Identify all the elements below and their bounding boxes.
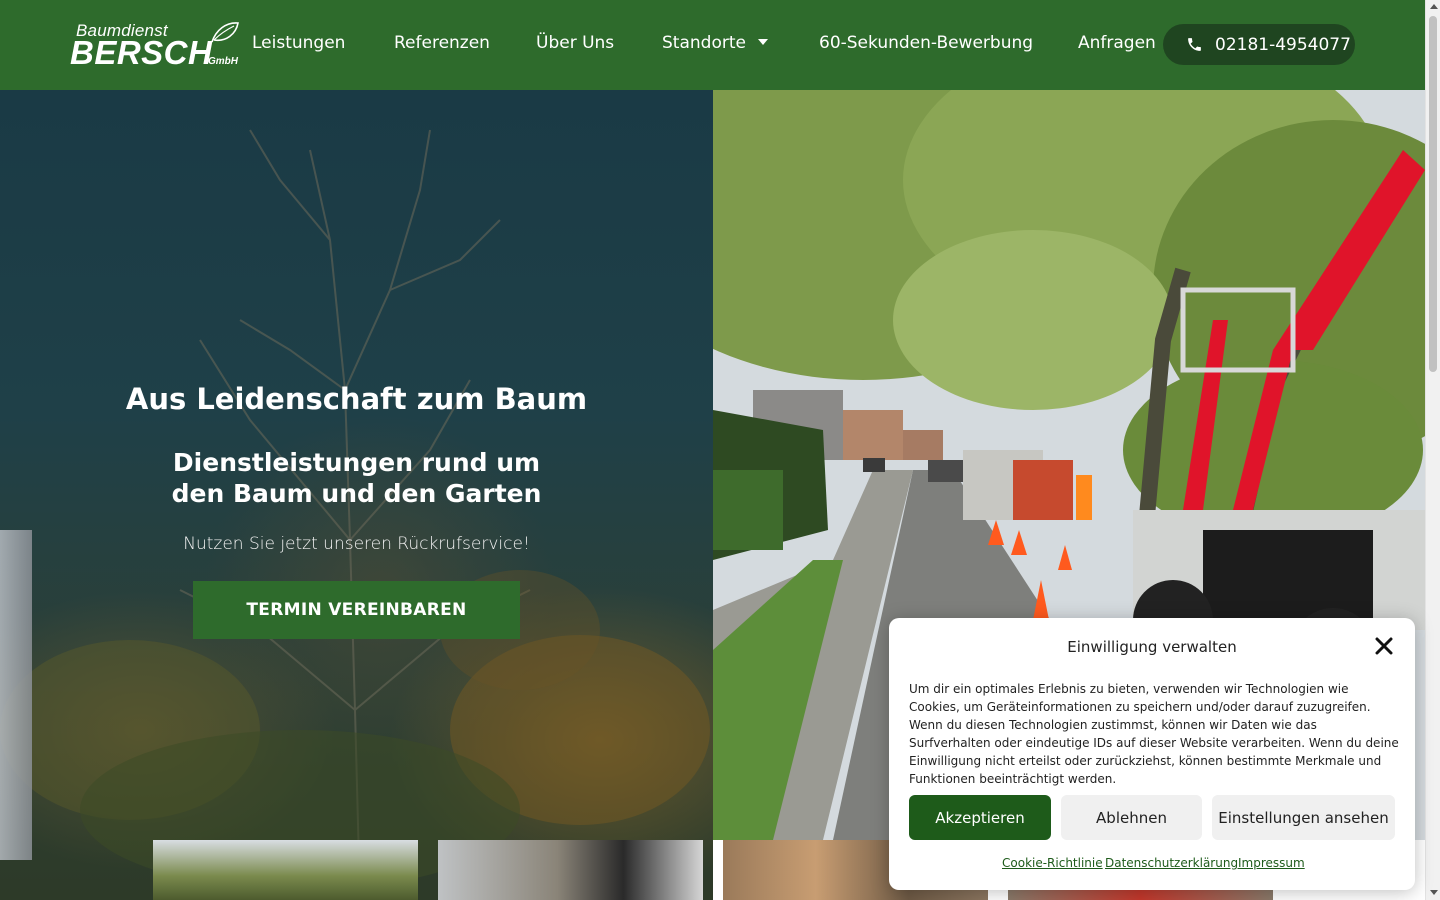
gallery-thumbnail[interactable]: [153, 840, 418, 900]
nav-bewerbung[interactable]: 60-Sekunden-Bewerbung: [819, 33, 1033, 53]
cookie-consent-dialog: Einwilligung verwalten Um dir ein optima…: [889, 618, 1415, 890]
scrollbar-thumb[interactable]: [1429, 16, 1437, 372]
hero-section: Aus Leidenschaft zum Baum Dienstleistung…: [0, 90, 713, 900]
callback-text: Nutzen Sie jetzt unseren Rückrufservice!: [183, 534, 530, 554]
phone-number: 02181-4954077: [1215, 34, 1351, 55]
privacy-policy-link[interactable]: Datenschutzerklärung: [1105, 856, 1238, 870]
building-image: [0, 530, 32, 860]
nav-referenzen[interactable]: Referenzen: [394, 33, 490, 53]
page-scrollbar[interactable]: [1425, 0, 1440, 900]
nav-leistungen[interactable]: Leistungen: [252, 33, 345, 53]
hero-subtitle: Dienstleistungen rund um den Baum und de…: [171, 448, 542, 508]
nav-standorte-label: Standorte: [662, 33, 746, 53]
gallery-thumbnail[interactable]: [438, 840, 703, 900]
hero-title: Aus Leidenschaft zum Baum: [125, 382, 588, 416]
close-icon[interactable]: [1375, 637, 1393, 655]
logo-line-2: BERSCH: [70, 34, 213, 71]
nav-ueber-uns[interactable]: Über Uns: [536, 33, 614, 53]
imprint-link[interactable]: Impressum: [1238, 856, 1305, 870]
appointment-button[interactable]: TERMIN VEREINBAREN: [193, 581, 520, 639]
phone-icon: [1188, 38, 1201, 51]
decline-button[interactable]: Ablehnen: [1061, 795, 1202, 840]
leaf-icon: [211, 22, 239, 43]
chevron-down-icon: [757, 39, 768, 45]
cookie-dialog-title: Einwilligung verwalten: [1067, 638, 1237, 656]
view-settings-button[interactable]: Einstellungen ansehen: [1212, 795, 1395, 840]
company-logo[interactable]: Baumdienst BERSCH GmbH: [70, 20, 242, 71]
scroll-up-arrow-icon[interactable]: [1430, 4, 1438, 9]
cookie-policy-link[interactable]: Cookie-Richtlinie: [1002, 856, 1103, 870]
logo-line-3: GmbH: [208, 56, 238, 67]
scroll-down-arrow-icon[interactable]: [1430, 890, 1438, 895]
accept-button[interactable]: Akzeptieren: [909, 795, 1051, 840]
cookie-dialog-text: Um dir ein optimales Erlebnis zu bieten,…: [909, 682, 1399, 786]
site-header: Baumdienst BERSCH GmbH Leistungen Refere…: [0, 0, 1425, 90]
phone-button[interactable]: 02181-4954077: [1163, 24, 1355, 65]
nav-anfragen[interactable]: Anfragen: [1078, 33, 1156, 53]
nav-standorte[interactable]: Standorte: [662, 33, 768, 53]
